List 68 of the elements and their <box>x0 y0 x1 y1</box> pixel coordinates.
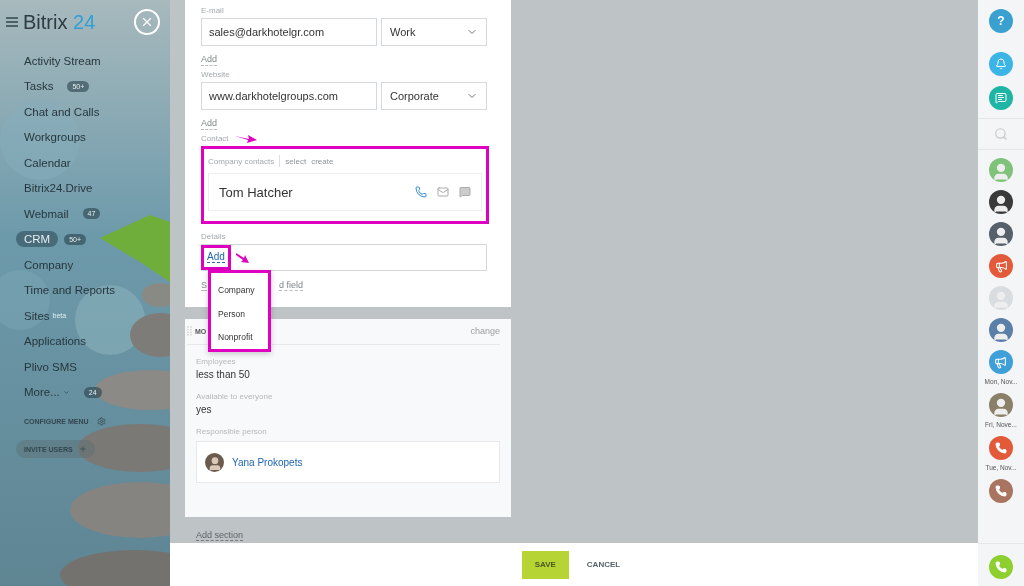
menu-item[interactable]: Person <box>211 301 268 326</box>
phone-icon[interactable] <box>989 436 1013 460</box>
megaphone-icon[interactable] <box>989 254 1013 278</box>
close-button[interactable] <box>134 9 160 35</box>
menu-item[interactable]: Applications <box>16 333 94 350</box>
phone-icon[interactable] <box>989 479 1013 503</box>
logo: Bitrix 24 <box>23 10 97 34</box>
field-value: yes <box>196 404 213 415</box>
megaphone-icon[interactable] <box>989 350 1013 374</box>
type-dropdown[interactable]: Work <box>381 18 487 46</box>
add-link[interactable]: Add <box>207 251 225 263</box>
action-link[interactable]: select <box>285 156 307 166</box>
menu-item[interactable]: Company <box>211 278 268 302</box>
menu-item[interactable]: Chat and Calls <box>16 103 108 120</box>
phone-icon <box>995 561 1007 573</box>
field-link[interactable]: S <box>201 280 207 291</box>
add-link[interactable]: Add <box>201 54 217 66</box>
search-icon[interactable] <box>994 127 1008 141</box>
menu-item[interactable]: Calendar <box>16 154 79 171</box>
plus-icon <box>78 445 87 453</box>
cancel-button[interactable]: CANCEL <box>580 559 627 570</box>
menu-item[interactable]: Workgroups <box>16 129 94 146</box>
add-link[interactable]: Add <box>201 118 217 130</box>
field-label: Website <box>201 70 230 79</box>
avatar-icon <box>205 452 224 472</box>
chat-icon[interactable] <box>459 186 471 198</box>
menu-item[interactable]: CRM <box>16 231 59 248</box>
person-link[interactable]: Yana Prokopets <box>232 456 303 468</box>
notification-button[interactable] <box>989 52 1013 76</box>
menu-item[interactable]: Activity Stream <box>16 52 109 69</box>
menu-item[interactable]: Plivo SMS <box>16 358 86 375</box>
call-button[interactable] <box>989 555 1013 579</box>
phone-icon[interactable] <box>415 186 427 198</box>
arrow-icon <box>235 252 249 263</box>
action-link[interactable]: create <box>311 156 334 166</box>
field-label: Details <box>201 232 226 241</box>
menu-item[interactable]: Webmail <box>16 205 77 222</box>
field-label: Available to everyone <box>196 392 274 401</box>
avatar-icon[interactable] <box>989 222 1013 246</box>
field-label: Employees <box>196 357 237 366</box>
section-label: Company contacts <box>208 156 275 166</box>
menu-item[interactable]: Tasks <box>16 78 62 95</box>
bell-icon <box>995 58 1007 70</box>
field-link[interactable]: d field <box>279 280 304 291</box>
field-label: Contact <box>201 134 229 143</box>
menu-item[interactable]: More... <box>16 384 78 401</box>
input-field[interactable]: sales@darkhotelgr.com <box>201 18 377 46</box>
drag-handle-icon[interactable] <box>187 326 192 336</box>
menu-icon[interactable] <box>6 17 18 27</box>
close-icon <box>140 15 154 29</box>
field-value: less than 50 <box>196 369 251 380</box>
avatar-icon[interactable] <box>989 190 1013 214</box>
settings-icon[interactable] <box>96 417 106 426</box>
menu-item[interactable]: Time and Reports <box>16 282 123 299</box>
menu-item[interactable]: Bitrix24.Drive <box>16 180 101 197</box>
mail-icon[interactable] <box>437 186 449 198</box>
contact-name: Tom Hatcher <box>219 184 294 200</box>
save-button[interactable]: SAVE <box>521 550 569 579</box>
add-section-link[interactable]: Add section <box>196 530 244 541</box>
field-label: E-mail <box>201 6 224 15</box>
input-field[interactable]: www.darkhotelgroups.com <box>201 82 377 110</box>
type-dropdown[interactable]: Corporate <box>381 82 487 110</box>
chat-icon <box>995 92 1007 104</box>
menu-item[interactable]: Nonprofit <box>211 325 268 349</box>
menu-item[interactable]: Sites $^{beta}$ <box>16 307 75 324</box>
chat-button[interactable] <box>989 86 1013 110</box>
help-button[interactable]: ? <box>989 9 1013 33</box>
menu-item[interactable]: Company <box>16 256 82 273</box>
